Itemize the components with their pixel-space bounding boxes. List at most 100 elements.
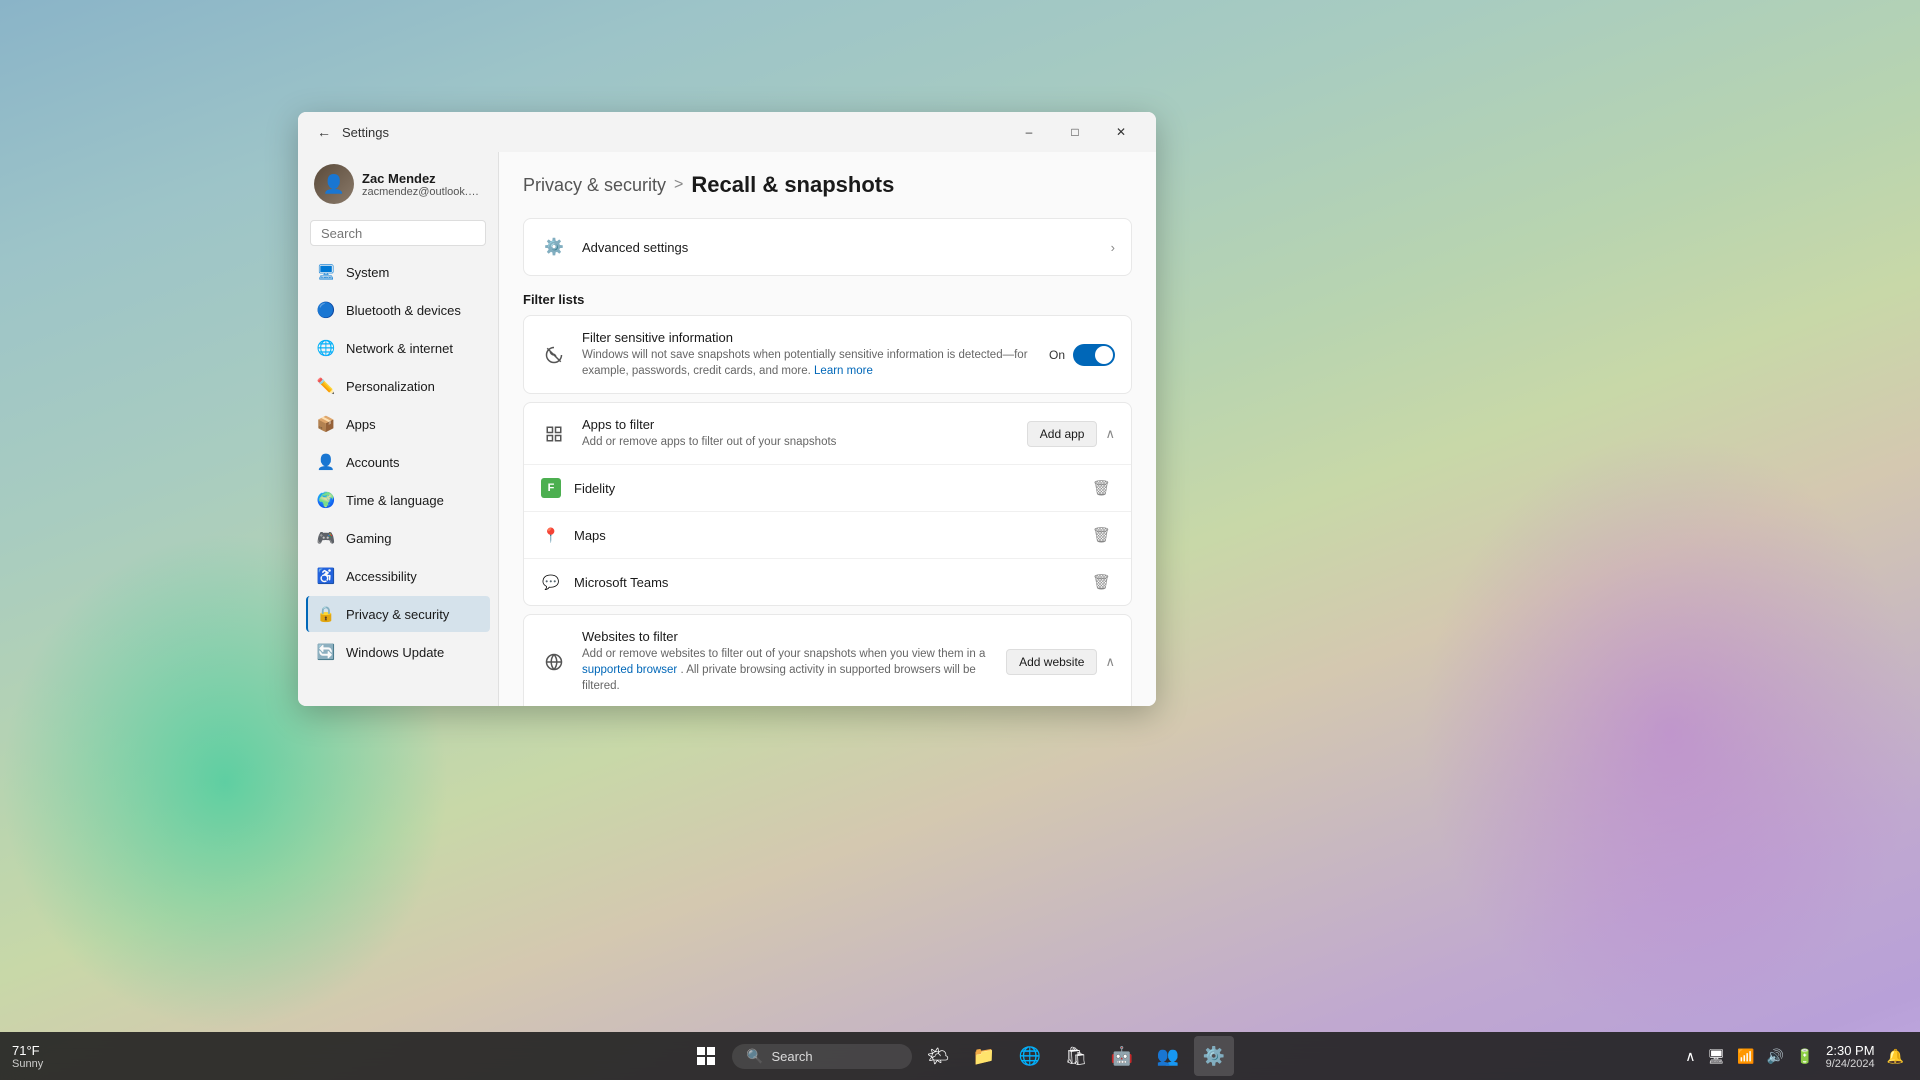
collapse-icon: ∧ — [1105, 426, 1115, 442]
update-icon: 🔄 — [316, 642, 336, 662]
supported-browser-link[interactable]: supported browser — [582, 664, 677, 676]
taskbar-search-icon: 🔍 — [746, 1048, 763, 1065]
sidebar-label-update: Windows Update — [346, 645, 444, 660]
filter-lists-label: Filter lists — [523, 292, 1132, 307]
taskbar-center: 🔍 Search 🌤 📁 🌐 🛍 🤖 👥 ⚙️ — [686, 1036, 1234, 1076]
taskbar-search[interactable]: 🔍 Search — [732, 1044, 912, 1069]
taskbar-widgets-button[interactable]: 🌤 — [918, 1036, 958, 1076]
app-item-maps: 📍 Maps 🗑 — [524, 511, 1131, 558]
sidebar-label-gaming: Gaming — [346, 531, 392, 546]
search-input[interactable] — [321, 226, 497, 241]
window-body: 👤 Zac Mendez zacmendez@outlook.com 🔍 🖥 S… — [298, 152, 1156, 706]
sidebar: 👤 Zac Mendez zacmendez@outlook.com 🔍 🖥 S… — [298, 152, 498, 706]
weather-temp: 71°F — [12, 1043, 40, 1058]
websites-filter-actions: Add website ∧ — [1006, 649, 1115, 675]
sidebar-item-gaming[interactable]: 🎮 Gaming — [306, 520, 490, 556]
sidebar-label-accessibility: Accessibility — [346, 569, 417, 584]
accessibility-icon: ♿ — [316, 566, 336, 586]
settings-window: ← Settings – □ ✕ 👤 Zac Mendez zacmende — [298, 112, 1156, 706]
toggle-knob — [1095, 346, 1113, 364]
delete-teams-button[interactable]: 🗑 — [1088, 569, 1115, 595]
learn-more-link[interactable]: Learn more — [814, 365, 873, 377]
taskbar-settings-icon[interactable]: ⚙️ — [1194, 1036, 1234, 1076]
breadcrumb-separator: > — [674, 176, 683, 194]
filter-sensitive-toggle[interactable] — [1073, 344, 1115, 366]
sidebar-label-accounts: Accounts — [346, 455, 399, 470]
accounts-icon: 👤 — [316, 452, 336, 472]
tray-display[interactable]: 🖥 — [1704, 1044, 1730, 1069]
sidebar-item-bluetooth[interactable]: 🔵 Bluetooth & devices — [306, 292, 490, 328]
user-email: zacmendez@outlook.com — [362, 186, 482, 198]
taskbar-store[interactable]: 🛍 — [1056, 1036, 1096, 1076]
taskbar-teams[interactable]: 👥 — [1148, 1036, 1188, 1076]
avatar-image: 👤 — [314, 164, 354, 204]
tray-volume[interactable]: 🔊 — [1763, 1044, 1788, 1069]
advanced-settings-card: ⚙️ Advanced settings › — [523, 218, 1132, 276]
bluetooth-icon: 🔵 — [316, 300, 336, 320]
taskbar-file-explorer[interactable]: 📁 — [964, 1036, 1004, 1076]
close-button[interactable]: ✕ — [1098, 116, 1144, 148]
clock[interactable]: 2:30 PM 9/24/2024 — [1826, 1043, 1875, 1070]
sidebar-item-personalization[interactable]: ✏️ Personalization — [306, 368, 490, 404]
user-name: Zac Mendez — [362, 171, 482, 186]
breadcrumb-parent[interactable]: Privacy & security — [523, 175, 666, 196]
sidebar-label-system: System — [346, 265, 389, 280]
tray-wifi[interactable]: 📶 — [1733, 1044, 1758, 1069]
sidebar-item-time[interactable]: 🌍 Time & language — [306, 482, 490, 518]
sidebar-item-system[interactable]: 🖥 System — [306, 254, 490, 290]
sidebar-item-update[interactable]: 🔄 Windows Update — [306, 634, 490, 670]
sidebar-item-accessibility[interactable]: ♿ Accessibility — [306, 558, 490, 594]
taskbar-copilot[interactable]: 🤖 — [1102, 1036, 1142, 1076]
apps-filter-subtitle: Add or remove apps to filter out of your… — [582, 434, 1027, 450]
filter-sensitive-title: Filter sensitive information — [582, 330, 1049, 345]
apps-icon: 📦 — [316, 414, 336, 434]
taskbar-edge[interactable]: 🌐 — [1010, 1036, 1050, 1076]
maximize-button[interactable]: □ — [1052, 116, 1098, 148]
breadcrumb: Privacy & security > Recall & snapshots — [523, 172, 1132, 198]
filter-sensitive-text: Filter sensitive information Windows wil… — [582, 330, 1049, 379]
delete-maps-button[interactable]: 🗑 — [1088, 522, 1115, 548]
taskbar: 71°F Sunny 🔍 Search 🌤 📁 🌐 🛍 🤖 👥 ⚙️ — [0, 1032, 1920, 1080]
tray-battery[interactable]: 🔋 — [1792, 1044, 1817, 1069]
taskbar-search-text: Search — [771, 1049, 812, 1064]
sidebar-label-personalization: Personalization — [346, 379, 435, 394]
main-content: Privacy & security > Recall & snapshots … — [498, 152, 1156, 706]
add-app-button[interactable]: Add app — [1027, 421, 1098, 447]
websites-to-filter-card: Websites to filter Add or remove website… — [523, 614, 1132, 706]
minimize-button[interactable]: – — [1006, 116, 1052, 148]
sidebar-item-privacy[interactable]: 🔒 Privacy & security — [306, 596, 490, 632]
tray-chevron[interactable]: ∧ — [1681, 1044, 1699, 1069]
back-button[interactable]: ← — [310, 118, 338, 146]
app-item-fidelity: F Fidelity 🗑 — [524, 464, 1131, 511]
apps-filter-title: Apps to filter — [582, 417, 1027, 432]
weather-widget[interactable]: 71°F Sunny — [12, 1043, 43, 1070]
apps-to-filter-header[interactable]: Apps to filter Add or remove apps to fil… — [524, 403, 1131, 464]
fidelity-app-name: Fidelity — [574, 481, 1088, 496]
weather-condition: Sunny — [12, 1058, 43, 1070]
delete-fidelity-button[interactable]: 🗑 — [1088, 475, 1115, 501]
notification-icon[interactable]: 🔔 — [1883, 1044, 1908, 1069]
start-button[interactable] — [686, 1036, 726, 1076]
websites-filter-header[interactable]: Websites to filter Add or remove website… — [524, 615, 1131, 706]
sidebar-item-accounts[interactable]: 👤 Accounts — [306, 444, 490, 480]
advanced-settings-text: Advanced settings — [582, 240, 1111, 255]
filter-sensitive-icon — [540, 341, 568, 369]
apps-filter-text: Apps to filter Add or remove apps to fil… — [582, 417, 1027, 450]
advanced-settings-row[interactable]: ⚙️ Advanced settings › — [524, 219, 1131, 275]
network-icon: 🌐 — [316, 338, 336, 358]
user-profile[interactable]: 👤 Zac Mendez zacmendez@outlook.com — [306, 152, 490, 220]
teams-app-name: Microsoft Teams — [574, 575, 1088, 590]
advanced-settings-action: › — [1111, 240, 1115, 255]
desktop: ← Settings – □ ✕ 👤 Zac Mendez zacmende — [0, 0, 1920, 1080]
add-website-button[interactable]: Add website — [1006, 649, 1097, 675]
window-controls: – □ ✕ — [1006, 116, 1144, 148]
filter-sensitive-row: Filter sensitive information Windows wil… — [524, 316, 1131, 393]
clock-time: 2:30 PM — [1826, 1043, 1875, 1058]
sidebar-item-network[interactable]: 🌐 Network & internet — [306, 330, 490, 366]
taskbar-right: ∧ 🖥 📶 🔊 🔋 2:30 PM 9/24/2024 🔔 — [1681, 1043, 1908, 1070]
websites-collapse-icon: ∧ — [1105, 654, 1115, 670]
sidebar-item-apps[interactable]: 📦 Apps — [306, 406, 490, 442]
sidebar-search[interactable]: 🔍 — [310, 220, 486, 246]
teams-app-icon: 💬 — [540, 571, 562, 593]
avatar: 👤 — [314, 164, 354, 204]
